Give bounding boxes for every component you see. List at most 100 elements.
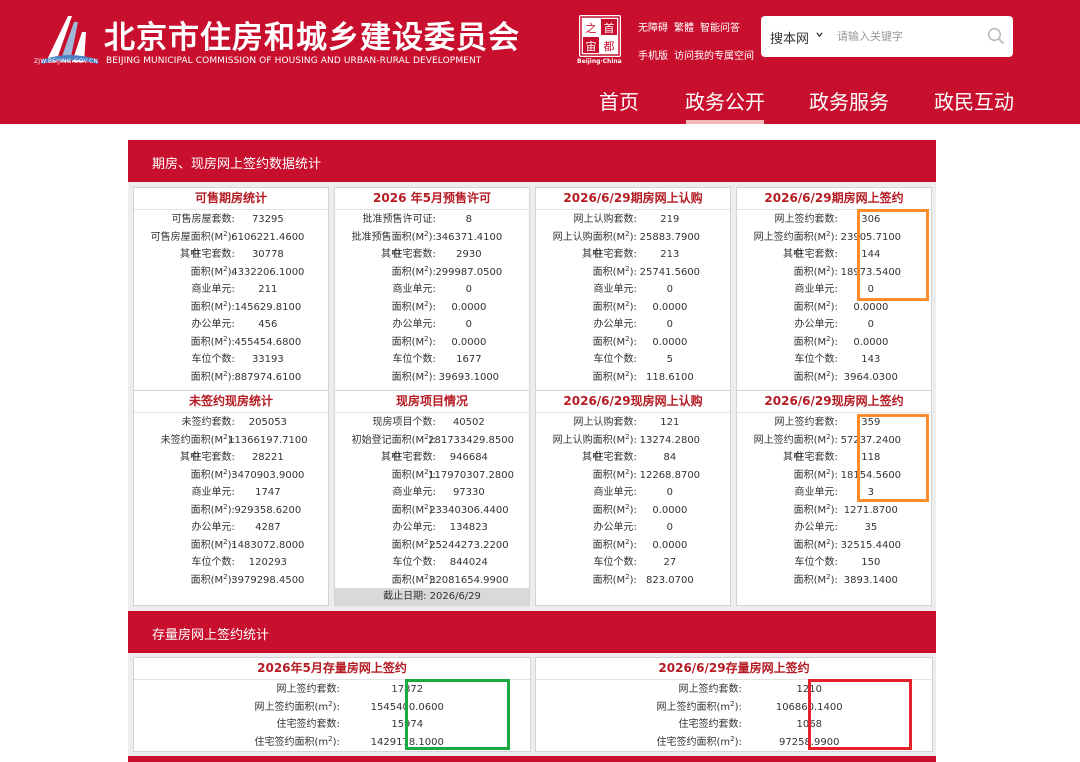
stat-value: 0.0000 (451, 301, 487, 313)
stat-value: 205053 (248, 417, 287, 428)
nav-government-services[interactable]: 政务服务 (809, 86, 889, 115)
stat-row: 办公单元: 0 (737, 316, 931, 333)
stat-row: 面积(M2): 1271.8700 (737, 502, 931, 519)
stat-row: 面积(M2): 32081654.9900 (335, 572, 529, 589)
mobile-version-link[interactable]: 手机版 (638, 51, 668, 62)
stat-label: 可售房屋面积(M2): (150, 229, 235, 243)
stat-row: 网上认购套数: 121 (536, 414, 730, 431)
search-icon[interactable] (987, 27, 1005, 45)
stat-value: 6106221.4600 (231, 231, 305, 243)
stat-card: 2026/6/29期房网上签约 网上签约套数: 306 网上签约面积(M2): 2390… (736, 187, 932, 403)
stat-row: 网上签约套数: 359 (737, 414, 931, 431)
stat-value: 2930 (456, 249, 482, 260)
stat-value: 0 (867, 319, 875, 330)
stat-label: 网上认购套数: (573, 417, 637, 428)
stat-label: 批准预售面积(M2): (351, 229, 436, 243)
stat-row: 面积(M2): 0.0000 (536, 299, 730, 316)
site-title[interactable]: 北京市住房和城乡建设委员会 (104, 12, 520, 57)
stat-value: 0 (867, 284, 875, 295)
stat-row: 面积(M2): 118.6100 (536, 369, 730, 386)
stat-row: 商业单元: 0 (536, 281, 730, 298)
stat-label: 网上签约面积(M2): (753, 229, 838, 243)
stat-row: 商业单元: 1747 (134, 484, 328, 501)
stat-row: 未签约面积(M2): 11366197.7100 (134, 432, 328, 449)
stat-value: 299987.0500 (435, 266, 503, 278)
smart-qa-link[interactable]: 智能问答 (700, 23, 740, 34)
stat-value: 0 (666, 319, 674, 330)
stat-value: 1210 (796, 684, 822, 695)
stat-value: 211 (258, 284, 278, 295)
accessibility-link[interactable]: 无障碍 (638, 23, 668, 34)
stat-label: 网上签约面积(M2): (753, 432, 838, 446)
stat-row: 面积(M2): 117970307.2800 (335, 467, 529, 484)
chevron-down-icon[interactable] (816, 31, 823, 38)
stat-row: 其中 住宅套数: 30778 (134, 246, 328, 263)
stat-row: 商业单元: 97330 (335, 484, 529, 501)
stat-value: 0 (666, 522, 674, 533)
stat-row: 可售房屋套数: 73295 (134, 211, 328, 228)
stat-row: 面积(M2): 32515.4400 (737, 537, 931, 554)
stat-value: 35 (864, 522, 878, 533)
stat-row: 面积(M2): 18973.5400 (737, 264, 931, 281)
stat-row: 网上认购面积(M2): 13274.2800 (536, 432, 730, 449)
section-title-stock-homes: 存量房网上签约统计 (152, 628, 270, 643)
stat-row: 车位个数: 1677 (335, 351, 529, 368)
stat-row: 面积(M2): 18154.5600 (737, 467, 931, 484)
utility-links: 无障碍 繁體 智能问答 (638, 19, 746, 34)
stat-row: 批准预售面积(M2): 346371.4100 (335, 229, 529, 246)
stat-label: 现房项目个数: (372, 417, 436, 428)
stat-value: 18973.5400 (840, 266, 902, 278)
stat-card: 2026/6/29现房网上认购 网上认购套数: 121 网上认购面积(M2): 1327… (535, 390, 731, 606)
stat-value: 1429178.1000 (370, 736, 444, 748)
stat-card: 2026/6/29期房网上认购 网上认购套数: 219 网上认购面积(M2): 2588… (535, 187, 731, 403)
stat-value: 3893.1400 (843, 574, 898, 586)
stat-card: 现房项目情况 现房项目个数: 40502 初始登记面积(M2): 281733429.8… (334, 390, 530, 606)
stat-row: 车位个数: 150 (737, 554, 931, 571)
nav-government-affairs[interactable]: 政务公开 (685, 86, 765, 115)
search-box: 搜本网 (761, 16, 1013, 57)
stat-card: 2026 年5月预售许可 批准预售许可证: 8 批准预售面积(M2): 346371.4… (334, 187, 530, 403)
stat-value: 97258.9900 (779, 736, 840, 748)
seal-char-2: 首 (604, 21, 615, 35)
stat-value: 40502 (452, 417, 485, 428)
stat-value: 8 (465, 214, 473, 225)
stat-row: 面积(M2): 25244273.2200 (335, 537, 529, 554)
stat-value: 73295 (251, 214, 284, 225)
stat-label: 网上认购套数: (573, 214, 637, 225)
stat-row: 面积(M2): 299987.0500 (335, 264, 529, 281)
stat-value: 117970307.2800 (428, 469, 514, 481)
stock-stat-card: 2026/6/29存量房网上签约 网上签约套数: 1210 网上签约面积(m2): 10… (535, 657, 933, 752)
card-title: 2026/6/29现房网上签约 (737, 391, 931, 413)
stat-value: 346371.4100 (435, 231, 503, 243)
stat-row: 车位个数: 120293 (134, 554, 328, 571)
stat-value: 0.0000 (652, 539, 688, 551)
stat-row: 面积(M2): 0.0000 (335, 334, 529, 351)
stat-value: 33193 (251, 354, 284, 365)
stat-row: 住宅签约面积(m2): 97258.9900 (536, 734, 932, 751)
stat-row: 面积(M2): 0.0000 (335, 299, 529, 316)
stat-value: 1271.8700 (843, 504, 898, 516)
nav-active-indicator (686, 120, 764, 124)
stat-row: 其中 住宅套数: 213 (536, 246, 730, 263)
stat-row: 网上签约面积(m2): 1545400.0600 (134, 699, 530, 716)
stat-value: 23340306.4400 (429, 504, 509, 516)
nav-public-interaction[interactable]: 政民互动 (934, 86, 1014, 115)
stat-row: 其中 住宅套数: 28221 (134, 449, 328, 466)
stat-label: 未签约面积(M2): (160, 432, 235, 446)
stat-value: 0.0000 (853, 336, 889, 348)
section-header-stock-homes: 存量房网上签约统计 (128, 611, 936, 653)
search-scope-select[interactable]: 搜本网 (770, 28, 809, 47)
stat-card: 未签约现房统计 未签约套数: 205053 未签约面积(M2): 11366197.71… (133, 390, 329, 606)
nav-home[interactable]: 首页 (599, 86, 639, 115)
traditional-chinese-link[interactable]: 繁體 (674, 23, 694, 34)
stat-row: 车位个数: 27 (536, 554, 730, 571)
stat-value: 0.0000 (652, 301, 688, 313)
stat-value: 455454.6800 (234, 336, 302, 348)
card-footer-date: 截止日期: 2026/6/29 (335, 588, 529, 605)
stat-row: 住宅签约套数: 1068 (536, 716, 932, 733)
personal-space-link[interactable]: 访问我的专属空间 (674, 51, 754, 62)
search-input[interactable] (837, 26, 977, 46)
stat-value: 3964.0300 (843, 371, 898, 383)
stat-row: 面积(M2): 1483072.8000 (134, 537, 328, 554)
stat-value: 25883.7900 (639, 231, 701, 243)
